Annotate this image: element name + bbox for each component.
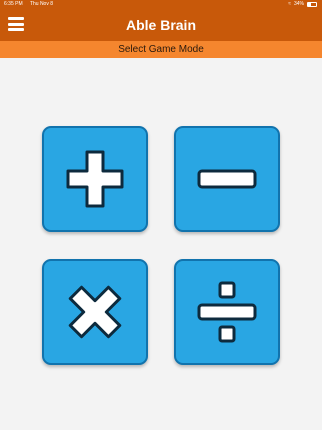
times-icon (68, 285, 122, 339)
status-time: 6:35 PM (4, 1, 23, 7)
divide-icon (197, 281, 257, 343)
status-right: ≈ 34% (288, 0, 317, 9)
wifi-icon: ≈ (288, 1, 291, 7)
battery-percent: 34% (293, 1, 304, 7)
status-left: 6:35 PM Thu Nov 8 (4, 0, 59, 9)
subtraction-mode-button[interactable] (174, 126, 280, 232)
status-date: Thu Nov 8 (29, 1, 54, 7)
multiplication-mode-button[interactable] (42, 259, 148, 365)
battery-icon (307, 2, 317, 7)
select-game-mode-label: Select Game Mode (0, 41, 322, 58)
division-mode-button[interactable] (174, 259, 280, 365)
addition-mode-button[interactable] (42, 126, 148, 232)
status-bar: 6:35 PM Thu Nov 8 ≈ 34% (0, 0, 322, 9)
minus-icon (197, 169, 257, 189)
nav-bar: Able Brain (0, 9, 322, 41)
plus-icon (66, 150, 124, 208)
app-title: Able Brain (125, 17, 196, 33)
